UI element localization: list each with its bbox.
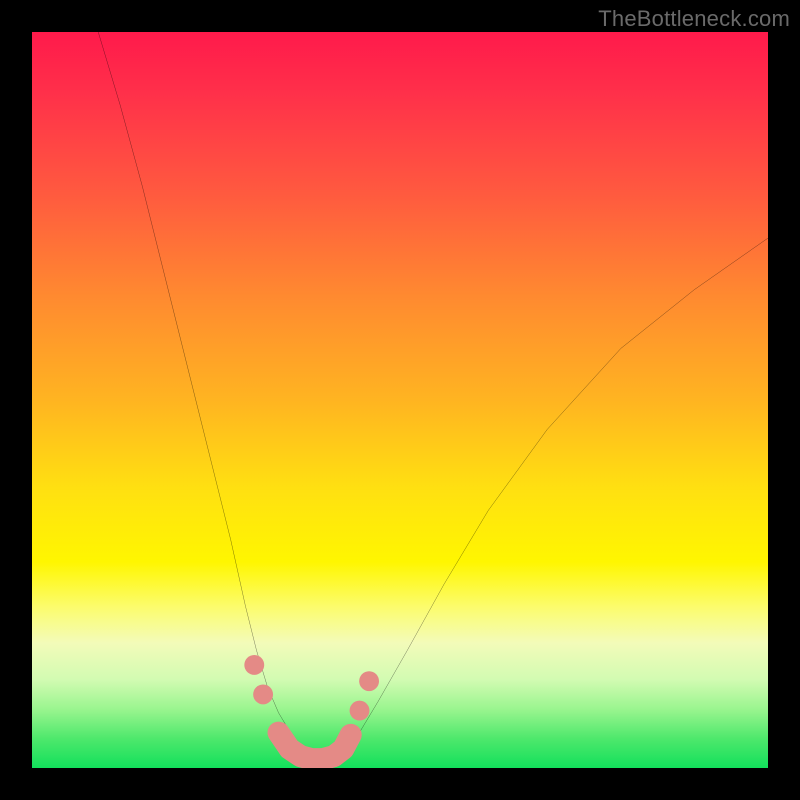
- marker-dot: [244, 655, 264, 675]
- marker-series: [244, 655, 379, 759]
- left-curve: [98, 32, 311, 757]
- marker-segment: [279, 733, 351, 759]
- curve-layer: [32, 32, 768, 768]
- marker-dot: [253, 684, 273, 704]
- chart-frame: TheBottleneck.com: [0, 0, 800, 800]
- watermark: TheBottleneck.com: [598, 6, 790, 32]
- marker-dot: [359, 671, 379, 691]
- marker-dot: [350, 701, 370, 721]
- right-curve: [341, 238, 768, 757]
- marker-dot: [341, 725, 361, 745]
- plot-area: [32, 32, 768, 768]
